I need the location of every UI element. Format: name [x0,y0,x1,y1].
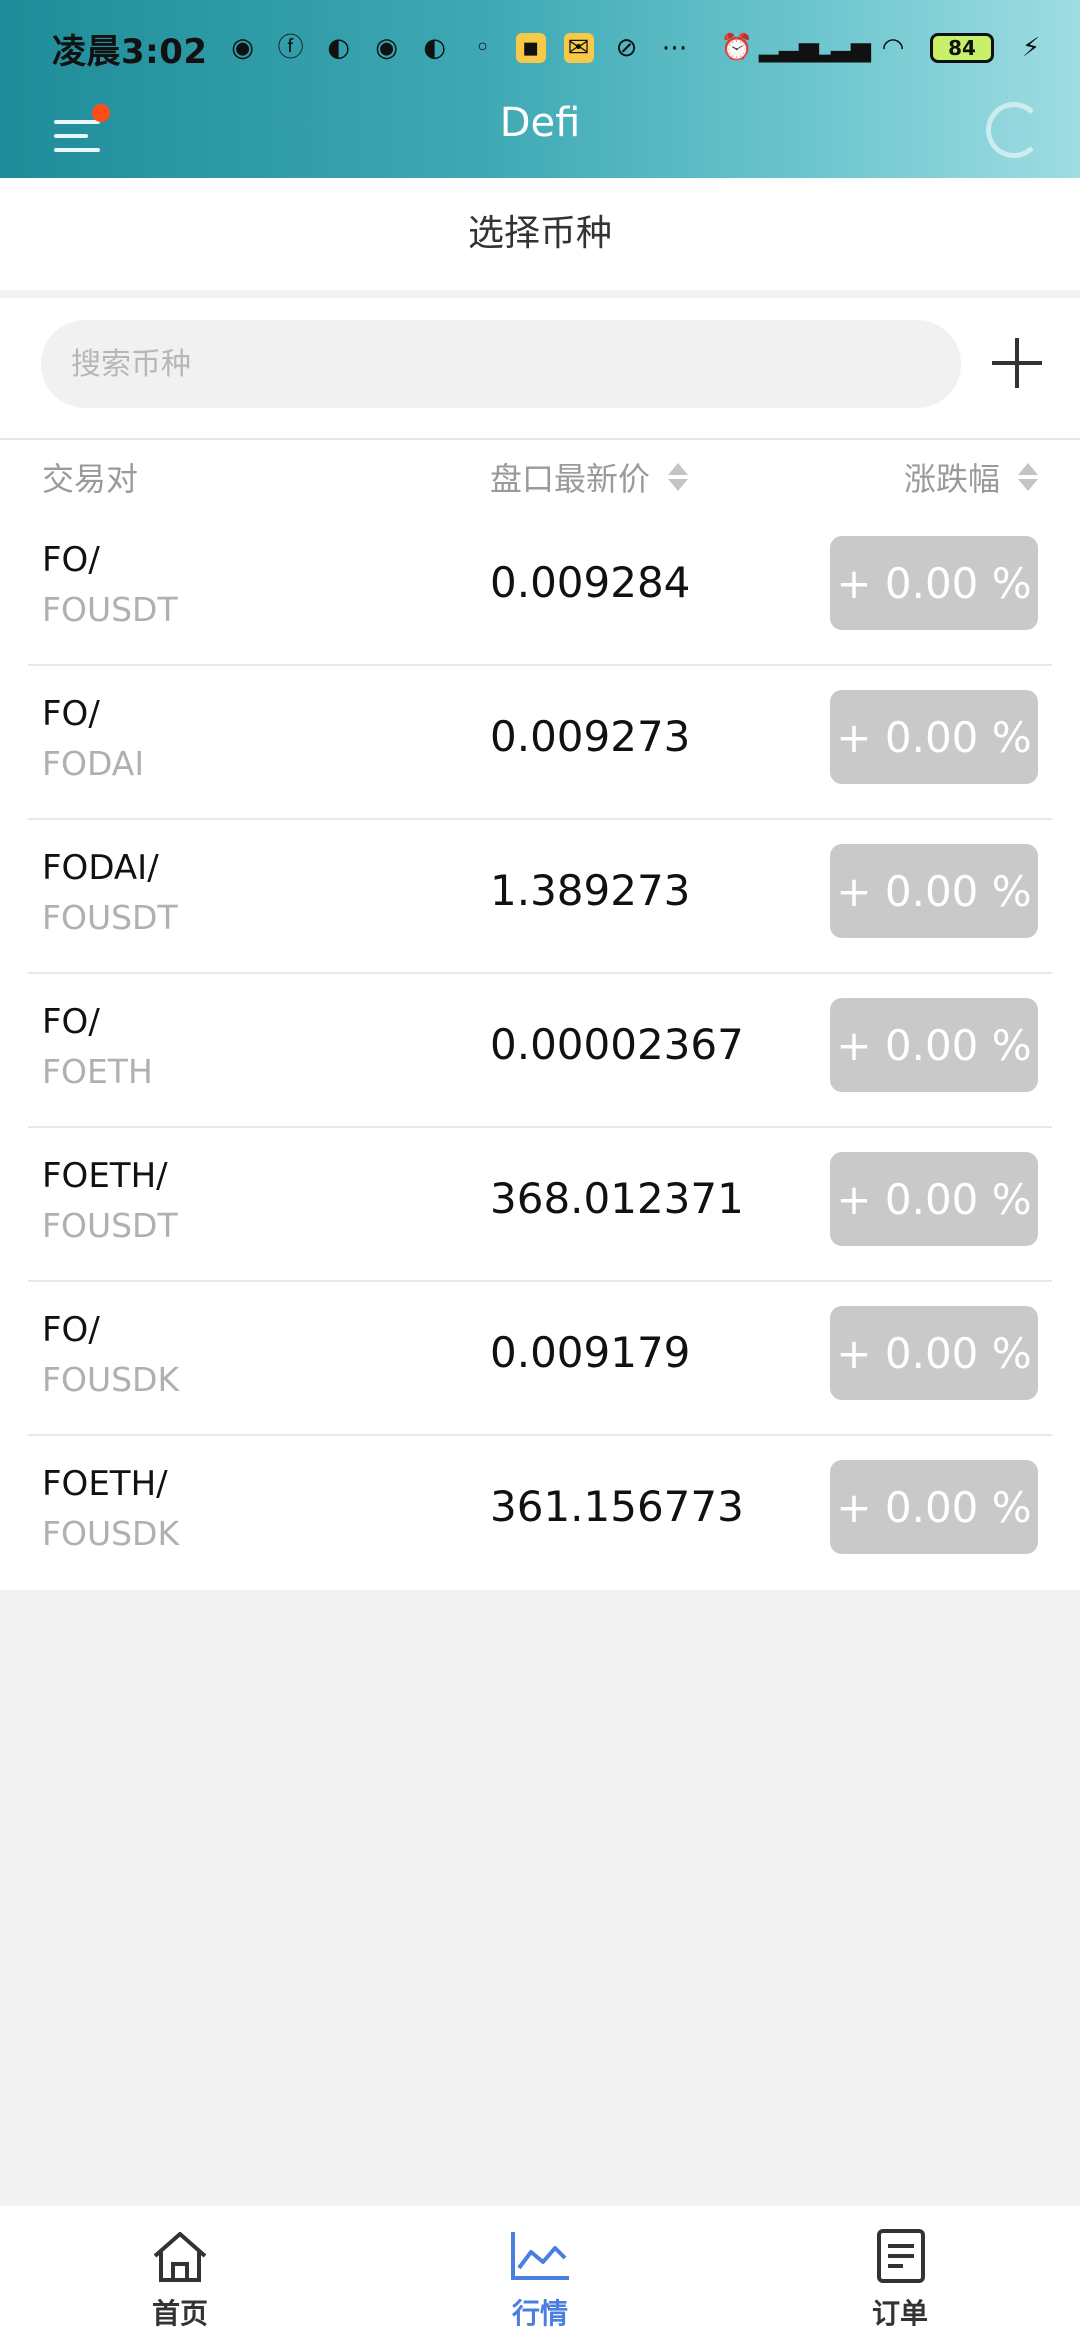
table-row[interactable]: FO/ FOUSDK 0.009179 + 0.00 % [28,1282,1052,1436]
facebook-icon: ⓕ [277,33,304,63]
bottom-nav: 首页 行情 订单 [0,2206,1080,2340]
latest-price: 0.009179 [490,1328,691,1377]
table-row[interactable]: FO/ FOETH 0.00002367 + 0.00 % [28,974,1052,1128]
sort-icon[interactable] [1018,463,1038,491]
notification-icons: ◉ ⓕ ◐ ◉ ◐ ◦ ▪ ✉ ⊘ ⋯ [228,33,690,63]
pair-base: FO/ [42,1002,100,1042]
pair-base: FODAI/ [42,848,159,888]
weibo-icon: ◉ [231,33,254,63]
charging-icon: ⚡ [1021,33,1041,63]
system-icons: ⏰ ▂▃▅ ▂▃▅ ◠ 84 ⚡ [720,33,1046,63]
column-header-pair: 交易对 [42,454,138,500]
signal-icon: ▂▃▅ [759,33,819,63]
search-box [41,320,961,408]
tab-home[interactable]: 首页 [0,2206,360,2340]
table-row[interactable]: FOETH/ FOUSDT 368.012371 + 0.00 % [28,1128,1052,1282]
change-badge: + 0.00 % [830,844,1038,938]
table-row[interactable]: FOETH/ FOUSDK 361.156773 + 0.00 % [28,1436,1052,1590]
document-icon [869,2228,931,2284]
latest-price: 0.009273 [490,712,691,761]
add-button[interactable] [992,338,1042,388]
app-header: 凌晨3:02 ◉ ⓕ ◐ ◉ ◐ ◦ ▪ ✉ ⊘ ⋯ ⏰ ▂▃▅ ▂▃▅ ◠ 8… [0,0,1080,178]
pair-quote: FOUSDT [42,590,178,629]
latest-price: 361.156773 [490,1482,744,1531]
more-icon: ⋯ [661,33,688,63]
latest-price: 1.389273 [490,866,691,915]
menu-icon-bar [54,148,100,152]
pair-base: FOETH/ [42,1156,168,1196]
pair-quote: FOUSDK [42,1514,180,1553]
status-time: 凌晨3:02 [52,31,208,72]
tab-market[interactable]: 行情 [360,2206,720,2340]
tab-label: 首页 [151,2297,208,2330]
change-badge: + 0.00 % [830,1152,1038,1246]
app-icon: ◐ [423,33,446,63]
table-header: 交易对 盘口最新价 涨跌幅 [0,440,1080,512]
table-row[interactable]: FO/ FODAI 0.009273 + 0.00 % [28,666,1052,820]
tab-orders[interactable]: 订单 [720,2206,1080,2340]
column-label: 盘口最新价 [490,460,651,498]
section-title: 选择币种 [0,178,1080,290]
pair-base: FO/ [42,694,100,734]
chart-icon [509,2228,571,2284]
wifi-icon: ◠ [881,33,905,63]
app-icon: ◐ [327,33,350,63]
radio-icon: ◦ [474,33,491,63]
refresh-icon[interactable] [986,102,1042,158]
market-table: 交易对 盘口最新价 涨跌幅 FO/ FOUSDT 0.009284 + 0.00… [0,438,1080,1590]
mail-icon: ✉ [563,33,594,63]
table-row[interactable]: FODAI/ FOUSDT 1.389273 + 0.00 % [28,820,1052,974]
pair-base: FOETH/ [42,1464,168,1504]
change-badge: + 0.00 % [830,536,1038,630]
change-badge: + 0.00 % [830,998,1038,1092]
pair-quote: FODAI [42,744,145,783]
alarm-icon: ⏰ [720,33,754,63]
app-badge-icon: ▪ [515,33,546,63]
weibo-icon: ◉ [375,33,398,63]
change-badge: + 0.00 % [830,1460,1038,1554]
pair-base: FO/ [42,540,100,580]
sort-icon[interactable] [668,463,689,491]
latest-price: 0.009284 [490,558,691,607]
status-bar: 凌晨3:02 ◉ ⓕ ◐ ◉ ◐ ◦ ▪ ✉ ⊘ ⋯ ⏰ ▂▃▅ ▂▃▅ ◠ 8… [0,0,1080,96]
latest-price: 368.012371 [490,1174,744,1223]
pair-quote: FOUSDT [42,898,178,937]
change-badge: + 0.00 % [830,1306,1038,1400]
latest-price: 0.00002367 [490,1020,744,1069]
tab-label: 行情 [511,2297,568,2330]
battery-icon: 84 [930,33,994,63]
home-icon [149,2228,211,2284]
column-label: 交易对 [42,460,139,498]
table-row[interactable]: FO/ FOUSDT 0.009284 + 0.00 % [28,512,1052,666]
nav-bar: Defi [0,96,1080,178]
pair-quote: FOUSDK [42,1360,180,1399]
search-input[interactable] [71,346,961,382]
tab-label: 订单 [871,2297,928,2330]
pair-quote: FOUSDT [42,1206,178,1245]
search-row [0,298,1080,438]
signal-hd-icon: ▂▃▅ [811,33,871,63]
change-badge: + 0.00 % [830,690,1038,784]
column-label: 涨跌幅 [903,460,1000,498]
pair-base: FO/ [42,1310,100,1350]
column-header-change[interactable]: 涨跌幅 [904,454,1038,500]
column-header-price[interactable]: 盘口最新价 [490,454,689,500]
page-title: Defi [499,100,581,146]
block-icon: ⊘ [615,33,638,63]
pair-quote: FOETH [42,1052,153,1091]
